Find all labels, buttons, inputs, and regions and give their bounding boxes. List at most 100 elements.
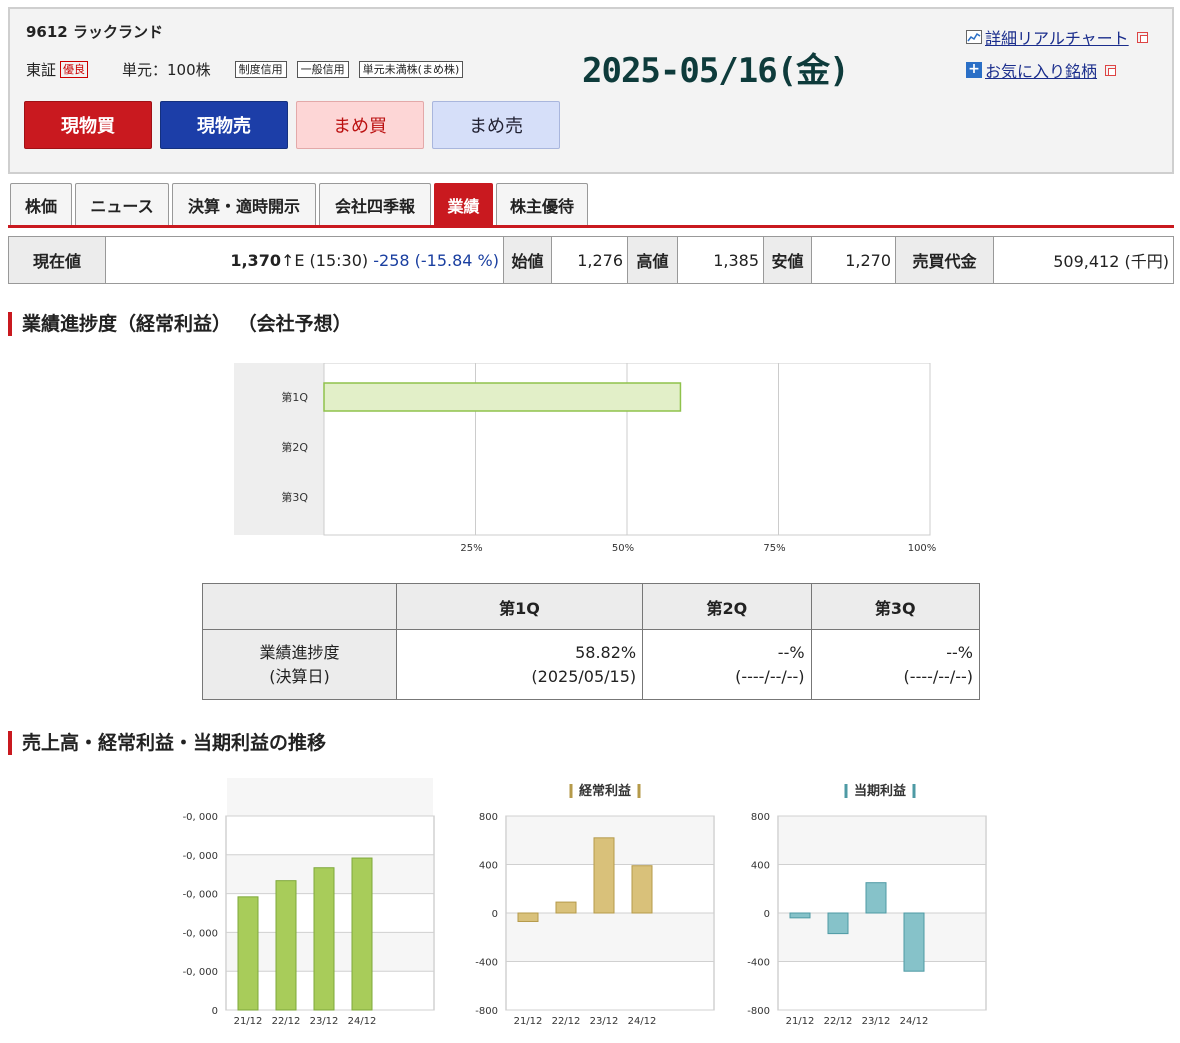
- current-price-label: 現在値: [8, 236, 106, 284]
- unit-label: 単元：100株: [122, 61, 211, 79]
- tab-news[interactable]: ニュース: [75, 183, 169, 225]
- y-tick-label: -800: [747, 1006, 770, 1017]
- x-tick-label: 22/12: [272, 1016, 301, 1027]
- sales-chart: 売上高0-0, 000-0, 000-0, 000-0, 000-0, 0002…: [183, 778, 435, 1027]
- price-table: 現在値 1,370↑E (15:30) -258 (-15.84 %) 始値 1…: [8, 236, 1174, 284]
- sell-button[interactable]: 現物売: [160, 101, 288, 149]
- y-tick-label: -0, 000: [183, 851, 218, 862]
- grid-band: [779, 816, 985, 865]
- favorite-link-row: + お気に入り銘柄: [966, 58, 1148, 82]
- low-value: 1,270: [811, 236, 896, 284]
- y-tick-label: -0, 000: [183, 890, 218, 901]
- x-tick-label: 24/12: [900, 1016, 929, 1027]
- price-change: -258 (-15.84 %): [373, 250, 499, 270]
- header-links: 詳細リアルチャート + お気に入り銘柄: [966, 25, 1148, 91]
- tab-underline: [8, 225, 1174, 228]
- open-value: 1,276: [551, 236, 628, 284]
- favorite-link[interactable]: お気に入り銘柄: [985, 58, 1097, 82]
- tag-margin-general: 一般信用: [296, 61, 349, 78]
- progress-cell-q2: --% (----/--/--): [642, 629, 812, 700]
- x-tick-label: 23/12: [590, 1016, 619, 1027]
- progress-bar-chart: 第1Q 第2Q 第3Q 25% 50% 75% 100%: [234, 363, 937, 554]
- progress-col-q3: 第3Q: [810, 583, 981, 630]
- chart-title: 当期利益: [854, 783, 906, 799]
- bar: [351, 857, 373, 1011]
- y-tick-label: 800: [479, 812, 498, 823]
- progress-row-label-line1: 業績進捗度: [259, 642, 340, 662]
- tab-shikiho[interactable]: 会社四季報: [319, 183, 431, 225]
- y-tick-label: -0, 000: [183, 812, 218, 823]
- x-tick-label: 75%: [763, 543, 785, 554]
- bar: [517, 912, 539, 922]
- tab-stock-price[interactable]: 株価: [10, 183, 72, 225]
- bar: [237, 896, 259, 1011]
- y-tick-label: -400: [747, 958, 770, 969]
- x-tick-label: 23/12: [310, 1016, 339, 1027]
- bar: [275, 880, 297, 1011]
- progress-date-q2: (----/--/--): [735, 666, 805, 686]
- plus-icon[interactable]: +: [966, 62, 982, 78]
- x-tick-label: 25%: [460, 543, 482, 554]
- low-label: 安値: [763, 236, 812, 284]
- progress-value-q3: --%: [946, 642, 973, 662]
- tab-disclosure[interactable]: 決算・適時開示: [172, 183, 316, 225]
- chart-icon: [966, 30, 982, 44]
- bar: [789, 912, 811, 919]
- chart-label-area: [234, 363, 324, 535]
- external-window-icon[interactable]: [1105, 64, 1117, 76]
- current-price-value: 1,370: [230, 250, 281, 270]
- x-tick-label: 100%: [908, 543, 937, 554]
- high-label: 高値: [627, 236, 678, 284]
- progress-date-q3: (----/--/--): [903, 666, 973, 686]
- mame-buy-button[interactable]: まめ買: [296, 101, 424, 149]
- turnover-value: 509,412 (千円): [993, 236, 1174, 284]
- market-label: 東証: [26, 61, 57, 79]
- progress-cell-q1: 58.82% (2025/05/15): [395, 629, 644, 700]
- realtime-chart-link-row: 詳細リアルチャート: [966, 25, 1148, 49]
- high-value: 1,385: [677, 236, 764, 284]
- x-tick-label: 21/12: [234, 1016, 263, 1027]
- grid-band: [779, 913, 985, 962]
- progress-date-q1: (2025/05/15): [531, 666, 637, 686]
- ordinary-profit-chart: 経常利益 -800 -400 0 400 800 21/12 22/12 23/12 24/12: [475, 783, 715, 1027]
- y-tick-label: 800: [751, 812, 770, 823]
- mame-sell-button[interactable]: まめ売: [432, 101, 560, 149]
- external-window-icon[interactable]: [1136, 31, 1148, 43]
- x-tick-label: 24/12: [628, 1016, 657, 1027]
- progress-value-q1: 58.82%: [575, 642, 637, 662]
- realtime-chart-link[interactable]: 詳細リアルチャート: [985, 25, 1129, 49]
- current-price-suffix: ↑E (15:30): [280, 250, 369, 270]
- progress-table-corner: [202, 583, 397, 630]
- date-label: 2025-05/16(金): [582, 51, 850, 91]
- chart-title: 経常利益: [579, 783, 631, 799]
- tag-margin-system: 制度信用: [234, 61, 287, 78]
- open-label: 始値: [503, 236, 552, 284]
- category-label: 第2Q: [281, 440, 308, 454]
- y-tick-label: -0, 000: [183, 967, 218, 978]
- tab-shareholder-benefits[interactable]: 株主優待: [496, 183, 588, 225]
- y-tick-label: 0: [492, 909, 498, 920]
- bar: [593, 837, 615, 914]
- x-tick-label: 22/12: [824, 1016, 853, 1027]
- tab-bar: 株価 ニュース 決算・適時開示 会社四季報 業績 株主優待: [10, 183, 591, 225]
- tab-performance[interactable]: 業績: [434, 183, 493, 225]
- progress-row-label-line2: (決算日): [269, 666, 330, 686]
- buy-button[interactable]: 現物買: [24, 101, 152, 149]
- bar: [313, 867, 335, 1011]
- stock-header: 9612 ラックランド 東証 優良 単元：100株 制度信用 一般信用 単元未満…: [8, 7, 1174, 174]
- y-tick-label: 400: [751, 861, 770, 872]
- x-tick-label: 23/12: [862, 1016, 891, 1027]
- x-tick-label: 50%: [612, 543, 634, 554]
- progress-section-title: 業績進捗度（経常利益） （会社予想）: [8, 312, 352, 336]
- turnover-label: 売買代金: [895, 236, 994, 284]
- y-tick-label: 0: [212, 1006, 218, 1017]
- grid-band: [227, 778, 433, 816]
- y-tick-label: 400: [479, 861, 498, 872]
- net-profit-chart: 当期利益 -800 -400 0 400 800 21/12 22/12 23/12 24/12: [747, 783, 987, 1027]
- stock-code-name: 9612 ラックランド: [26, 23, 163, 41]
- progress-col-q1: 第1Q: [395, 583, 644, 630]
- category-label: 第1Q: [281, 390, 308, 404]
- bar: [631, 865, 653, 914]
- x-tick-label: 22/12: [552, 1016, 581, 1027]
- progress-row-label: 業績進捗度 (決算日): [202, 629, 397, 700]
